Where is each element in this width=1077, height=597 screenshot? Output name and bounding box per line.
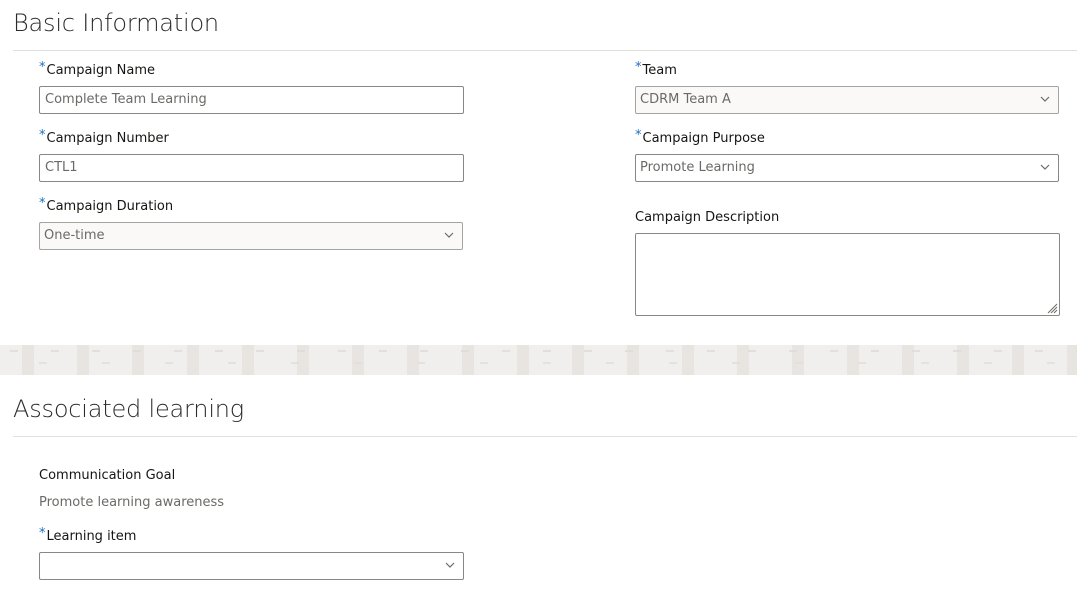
section-separator-band [0, 345, 1077, 375]
section-title-basic-information: Basic Information [13, 9, 219, 37]
campaign-description-textarea[interactable] [635, 233, 1060, 316]
required-marker: * [39, 60, 46, 75]
separator-texture [0, 345, 1077, 375]
communication-goal-value: Promote learning awareness [39, 495, 225, 510]
campaign-description-label: Campaign Description [635, 210, 780, 225]
team-value: CDRM Team A [640, 92, 731, 107]
required-marker: * [635, 60, 642, 75]
campaign-name-label: *Campaign Name [39, 60, 156, 78]
campaign-name-input[interactable]: Complete Team Learning [39, 86, 464, 114]
required-marker: * [39, 196, 46, 211]
team-select[interactable]: CDRM Team A [635, 86, 1059, 114]
campaign-duration-select[interactable]: One-time [39, 222, 463, 250]
campaign-purpose-label: *Campaign Purpose [635, 128, 765, 146]
section-title-associated-learning: Associated learning [13, 395, 244, 423]
communication-goal-label: Communication Goal [39, 468, 176, 483]
campaign-duration-value: One-time [44, 228, 105, 243]
learning-item-select[interactable] [39, 552, 464, 580]
section-divider [13, 436, 1077, 437]
chevron-down-icon[interactable] [445, 561, 455, 569]
campaign-number-label: *Campaign Number [39, 128, 169, 146]
campaign-duration-label: *Campaign Duration [39, 196, 174, 214]
required-marker: * [635, 128, 642, 143]
section-divider [13, 50, 1077, 51]
resize-grip-icon[interactable] [1046, 302, 1058, 314]
campaign-purpose-select[interactable]: Promote Learning [635, 154, 1059, 182]
campaign-purpose-value: Promote Learning [640, 160, 755, 175]
learning-item-label: *Learning item [39, 526, 137, 544]
chevron-down-icon[interactable] [1040, 163, 1050, 171]
campaign-number-input[interactable]: CTL1 [39, 154, 464, 182]
required-marker: * [39, 526, 46, 541]
chevron-down-icon[interactable] [1040, 95, 1050, 103]
required-marker: * [39, 128, 46, 143]
chevron-down-icon[interactable] [444, 231, 454, 239]
team-label: *Team [635, 60, 677, 78]
